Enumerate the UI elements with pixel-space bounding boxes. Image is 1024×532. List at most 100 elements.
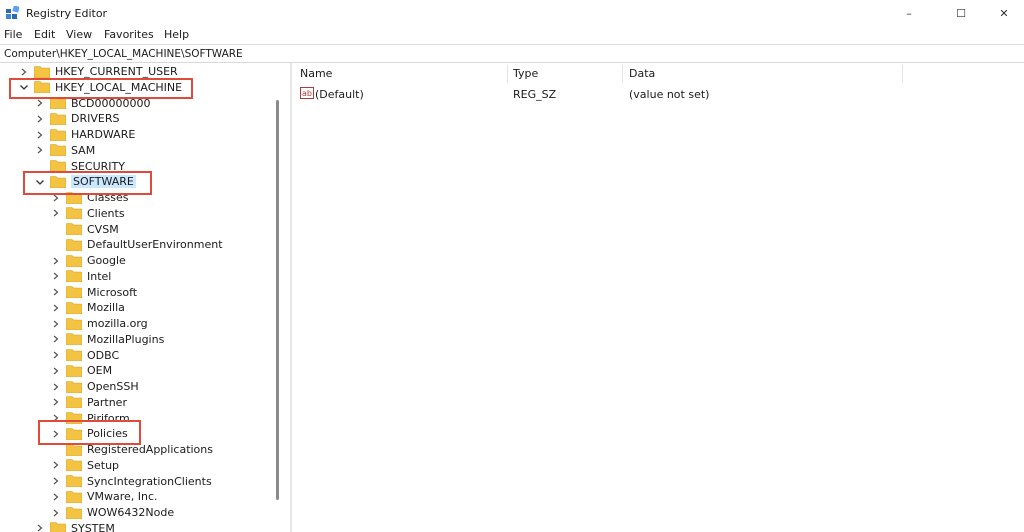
chevron-right-icon[interactable] <box>34 97 46 109</box>
tree-item[interactable]: Classes <box>50 190 128 205</box>
menu-favorites[interactable]: Favorites <box>104 28 154 41</box>
chevron-right-icon[interactable] <box>50 428 62 440</box>
menu-edit[interactable]: Edit <box>34 28 55 41</box>
tree-item[interactable]: SOFTWARE <box>34 174 136 189</box>
folder-icon <box>65 333 83 346</box>
tree-item[interactable]: RegisteredApplications <box>50 442 213 457</box>
chevron-right-icon[interactable] <box>50 302 62 314</box>
address-path[interactable]: Computer\HKEY_LOCAL_MACHINE\SOFTWARE <box>4 48 243 60</box>
chevron-right-icon[interactable] <box>50 412 62 424</box>
tree-item-label: HKEY_CURRENT_USER <box>55 65 178 78</box>
tree-item-label: Policies <box>87 427 128 441</box>
tree-item[interactable]: HKEY_LOCAL_MACHINE <box>18 80 182 95</box>
tree-item[interactable]: WOW6432Node <box>50 505 174 520</box>
chevron-down-icon[interactable] <box>34 176 46 188</box>
chevron-right-icon[interactable] <box>50 286 62 298</box>
chevron-right-icon[interactable] <box>50 192 62 204</box>
chevron-right-icon[interactable] <box>50 396 62 408</box>
folder-icon <box>65 207 83 220</box>
chevron-down-icon[interactable] <box>18 81 30 93</box>
chevron-right-icon[interactable] <box>50 207 62 219</box>
column-header-data[interactable]: Data <box>629 67 655 80</box>
tree-item[interactable]: SAM <box>34 143 95 158</box>
folder-icon <box>49 522 67 532</box>
chevron-right-icon[interactable] <box>50 270 62 282</box>
tree-item[interactable]: ODBC <box>50 348 119 363</box>
tree-item-label: OEM <box>87 364 113 378</box>
chevron-right-icon[interactable] <box>50 507 62 519</box>
tree-item[interactable]: Piriform <box>50 411 130 426</box>
menu-view[interactable]: View <box>66 28 92 41</box>
value-name[interactable]: (Default) <box>315 88 364 101</box>
tree-item[interactable]: SYSTEM <box>34 521 115 532</box>
tree-item-label: Google <box>87 254 126 267</box>
tree-item[interactable]: HKEY_CURRENT_USER <box>18 64 178 79</box>
tree-item[interactable]: HARDWARE <box>34 127 135 142</box>
column-header-name[interactable]: Name <box>300 67 332 80</box>
chevron-right-icon[interactable] <box>34 129 46 141</box>
maximize-button[interactable]: ☐ <box>938 0 984 26</box>
chevron-right-icon[interactable] <box>50 349 62 361</box>
tree-item[interactable]: mozilla.org <box>50 316 148 331</box>
tree-item[interactable]: DefaultUserEnvironment <box>50 237 223 252</box>
tree-item[interactable]: Partner <box>50 395 127 410</box>
folder-icon <box>65 364 83 378</box>
chevron-right-icon[interactable] <box>50 255 62 267</box>
value-list[interactable]: Name Type Data ab (Default) REG_SZ (valu… <box>292 63 1024 532</box>
folder-icon <box>49 144 67 157</box>
tree-item[interactable]: VMware, Inc. <box>50 489 158 504</box>
tree-item[interactable]: SECURITY <box>34 159 125 174</box>
folder-icon <box>65 490 83 504</box>
chevron-right-icon[interactable] <box>34 144 46 156</box>
tree-item-label: Clients <box>87 206 125 220</box>
chevron-right-icon[interactable] <box>50 381 62 393</box>
chevron-right-icon[interactable] <box>50 365 62 377</box>
tree-item-label: OpenSSH <box>87 380 139 393</box>
tree-item[interactable]: Intel <box>50 269 111 284</box>
chevron-right-icon[interactable] <box>50 333 62 345</box>
menu-file[interactable]: File <box>4 28 22 41</box>
tree-item[interactable]: OpenSSH <box>50 379 139 394</box>
minimize-button[interactable]: – <box>886 0 932 26</box>
tree-item[interactable]: Clients <box>50 206 125 221</box>
chevron-right-icon[interactable] <box>50 491 62 503</box>
tree-item[interactable]: Policies <box>50 426 128 441</box>
tree-item[interactable]: OEM <box>50 363 112 378</box>
tree-item[interactable]: MozillaPlugins <box>50 332 164 347</box>
tree-item[interactable]: Setup <box>50 458 119 473</box>
tree-item-label: VMware, Inc. <box>87 490 158 504</box>
tree-item[interactable]: BCD00000000 <box>34 96 151 111</box>
column-separator[interactable] <box>507 65 508 83</box>
registry-tree[interactable]: HKEY_CURRENT_USER HKEY_LOCAL_MACHINE BCD00… <box>0 63 287 532</box>
chevron-right-icon[interactable] <box>50 318 62 330</box>
folder-icon <box>65 270 83 283</box>
chevron-right-icon[interactable] <box>34 522 46 532</box>
tree-item-label: BCD00000000 <box>71 96 151 110</box>
tree-item[interactable]: Mozilla <box>50 300 125 315</box>
column-header-type[interactable]: Type <box>513 67 538 80</box>
address-bar[interactable]: Computer\HKEY_LOCAL_MACHINE\SOFTWARE <box>0 44 1024 63</box>
chevron-right-icon[interactable] <box>18 66 30 78</box>
column-separator[interactable] <box>902 65 903 83</box>
tree-item[interactable]: SyncIntegrationClients <box>50 474 212 489</box>
tree-item[interactable]: Google <box>50 253 126 268</box>
tree-item[interactable]: CVSM <box>50 222 119 237</box>
tree-item-label: ODBC <box>87 348 120 362</box>
folder-icon <box>65 191 83 204</box>
column-separator[interactable] <box>622 65 623 83</box>
folder-icon <box>65 223 83 236</box>
folder-icon <box>65 506 83 519</box>
tree-item-label: SOFTWARE <box>71 175 136 189</box>
tree-item-label: Mozilla <box>87 301 125 315</box>
folder-icon <box>65 317 83 330</box>
chevron-right-icon[interactable] <box>50 475 62 487</box>
menu-help[interactable]: Help <box>164 28 189 41</box>
chevron-right-icon[interactable] <box>34 113 46 125</box>
chevron-right-icon[interactable] <box>50 459 62 471</box>
tree-scrollbar[interactable] <box>276 100 279 500</box>
tree-item[interactable]: DRIVERS <box>34 111 119 126</box>
close-button[interactable]: ✕ <box>981 0 1024 26</box>
tree-item[interactable]: Microsoft <box>50 285 137 300</box>
